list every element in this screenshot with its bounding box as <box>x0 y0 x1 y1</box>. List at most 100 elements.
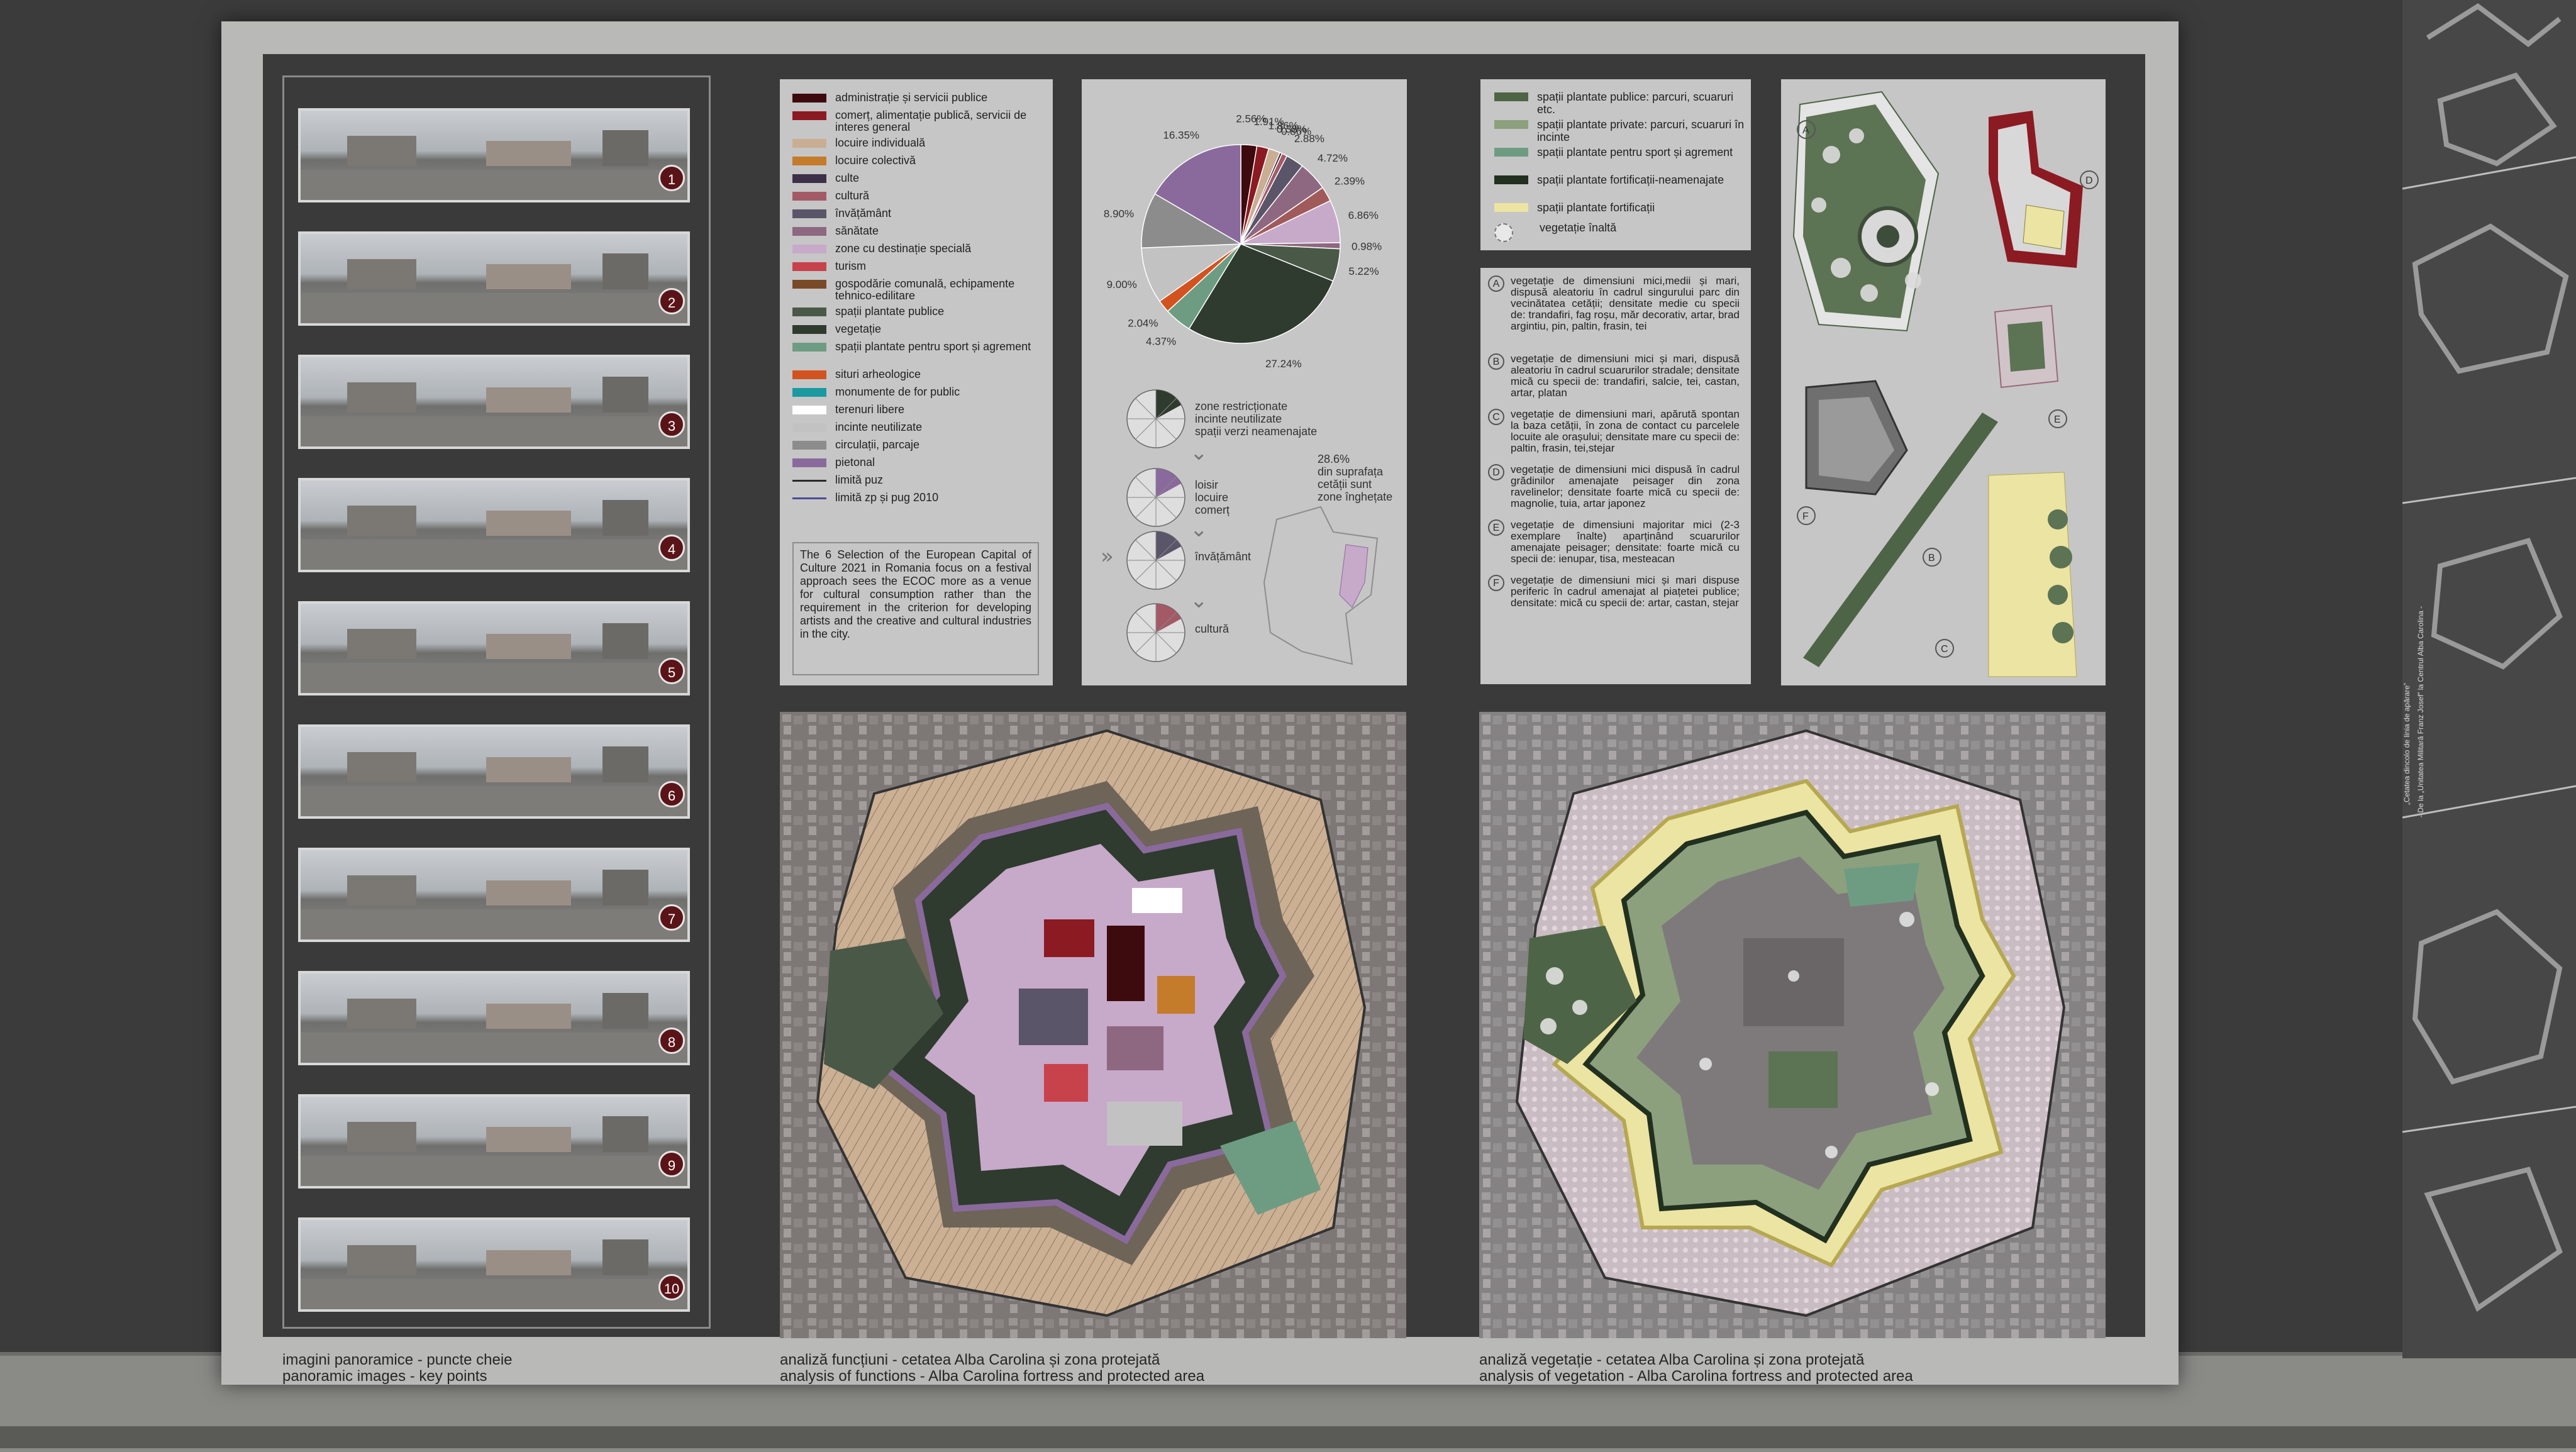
description-letter-marker: C <box>1488 409 1504 425</box>
panorama-image <box>298 1094 690 1189</box>
vegetation-legend-label: spații plantate publice: parcuri, scuaru… <box>1537 91 1734 116</box>
legend-swatch <box>792 94 826 103</box>
legend-swatch <box>792 111 826 120</box>
pie-chart: 2.56%1.91%1.86%0.38%0.86%2.88%4.72%2.39%… <box>1101 113 1392 665</box>
vegetation-description-text: vegetație de dimensiuni mici dispusă în … <box>1511 463 1740 509</box>
panorama-image <box>298 1217 690 1312</box>
pie-slice-label: 4.72% <box>1318 152 1348 164</box>
vegetation-legend-label: spații plantate fortificații-neamenajate <box>1537 174 1724 186</box>
vegetation-description: Fvegetație de dimensiuni mici și mari di… <box>1488 575 1740 609</box>
legend-item: situri arheologice <box>792 369 1043 380</box>
detail-letter-a: A <box>1802 125 1809 136</box>
panorama-image <box>298 724 690 819</box>
vegetation-detail-drawings: A D E F B C <box>1792 91 2099 677</box>
double-chevron-right-icon: » <box>1101 544 1114 569</box>
legend-swatch <box>792 325 826 334</box>
vegetation-description-text: vegetație de dimensiuni majoritar mici (… <box>1511 519 1740 565</box>
legend-swatch <box>792 388 826 397</box>
legend-label: monumente de for public <box>835 385 960 398</box>
vegetation-description: Cvegetație de dimensiuni mari, apărută s… <box>1488 409 1740 454</box>
pie-slice-label: 0.98% <box>1352 241 1382 253</box>
vegetation-legend-item: spații plantate private: parcuri, scuaru… <box>1494 118 1745 143</box>
functions-map-drawing <box>780 712 1406 1338</box>
legend-item: învățământ <box>792 208 1043 219</box>
legend-label: locuire colectivă <box>835 154 916 167</box>
side-subtitle: - De la „Unitatea Militară Franz Josef” … <box>2416 606 2425 817</box>
vegetation-legend-swatch <box>1494 148 1528 157</box>
legend-swatch <box>792 262 826 271</box>
legend-label: vegetație <box>835 323 882 335</box>
legend-label: circulații, parcaje <box>835 438 920 451</box>
legend-item: administrație și servicii publice <box>792 92 1043 104</box>
panorama-image <box>298 848 690 942</box>
vegetation-legend-item: vegetație înaltă <box>1494 221 1747 242</box>
legend-item: circulații, parcaje <box>792 439 1043 451</box>
legend-swatch <box>792 423 826 432</box>
legend-swatch <box>792 139 826 148</box>
mini-pie-label: comerț <box>1195 504 1230 516</box>
fortress-graphic <box>2402 3 2576 1312</box>
legend-item: terenuri libere <box>792 404 1043 416</box>
legend-swatch <box>792 192 826 201</box>
detail-letter-f: F <box>1802 511 1809 522</box>
pie-slice-label: 9.00% <box>1107 279 1137 291</box>
description-letter-marker: A <box>1488 275 1504 292</box>
vegetation-legend-swatch <box>1494 203 1528 212</box>
vegetation-legend-label: vegetație înaltă <box>1540 221 1617 234</box>
legend-label: limită puz <box>835 474 884 486</box>
pie-slice-label: 2.39% <box>1335 175 1365 187</box>
pie-slice-label: 2.88% <box>1294 133 1324 145</box>
frozen-zones-note: din suprafața <box>1318 465 1384 478</box>
pie-slice-label: 8.90% <box>1104 208 1134 220</box>
legend-swatch <box>792 227 826 236</box>
vegetation-legend-label: spații plantate pentru sport și agrement <box>1537 146 1733 158</box>
vegetation-caption-ro: analiză vegetație - cetatea Alba Carolin… <box>1479 1351 1865 1368</box>
legend-swatch <box>792 480 826 482</box>
legend-swatch <box>792 280 826 289</box>
legend-label: turism <box>835 260 866 272</box>
description-letter-marker: B <box>1488 353 1504 370</box>
legend-item: vegetație <box>792 323 1043 335</box>
description-letter-marker: F <box>1488 575 1504 591</box>
vegetation-description-text: vegetație de dimensiuni mari, apărută sp… <box>1511 408 1740 454</box>
vegetation-legend: spații plantate publice: parcuri, scuaru… <box>1480 79 1751 250</box>
vegetation-legend-swatch <box>1494 223 1513 242</box>
panorama-caption-ro: imagini panoramice - puncte cheie <box>282 1351 513 1368</box>
panorama-number-marker: 4 <box>658 535 685 561</box>
mini-pie-label: loisir <box>1195 479 1218 491</box>
description-letter-marker: E <box>1488 519 1504 536</box>
legend-label: administrație și servicii publice <box>835 91 988 104</box>
frozen-zones-note: cetății sunt <box>1318 478 1372 490</box>
mini-pie-label: învățământ <box>1194 550 1251 563</box>
functions-caption-ro: analiză funcțiuni - cetatea Alba Carolin… <box>780 1351 1160 1368</box>
pie-slice-label: 4.37% <box>1146 336 1176 348</box>
mini-pie-label: incinte neutilizate <box>1195 413 1282 425</box>
vegetation-legend-swatch <box>1494 175 1528 184</box>
legend-swatch <box>792 157 826 165</box>
panorama-caption-en: panoramic images - key points <box>282 1368 487 1385</box>
panorama-number-marker: 7 <box>658 904 685 931</box>
legend-label: învățământ <box>835 207 892 219</box>
vegetation-map <box>1479 712 2106 1338</box>
detail-letter-e: E <box>2054 414 2061 425</box>
legend-label: incinte neutilizate <box>835 421 923 433</box>
panorama-number-marker: 10 <box>658 1274 685 1300</box>
legend-swatch <box>792 406 826 414</box>
legend-label: locuire individuală <box>835 136 926 149</box>
legend-swatch <box>792 458 826 467</box>
vegetation-descriptions: Avegetație de dimensiuni mici,medii și m… <box>1480 268 1751 684</box>
vegetation-legend-item: spații plantate publice: parcuri, scuaru… <box>1494 91 1745 116</box>
mini-pie-label: cultură <box>1195 623 1230 635</box>
legend-swatch <box>792 370 826 379</box>
legend-item: comerț, alimentație publică, servicii de… <box>792 109 1043 133</box>
vegetation-legend-label: spații plantate fortificații <box>1537 201 1655 214</box>
description-letter-marker: D <box>1488 464 1504 480</box>
legend-item: turism <box>792 260 1043 272</box>
legend-item: zone cu destinație specială <box>792 243 1043 255</box>
mini-pie-label: zone restricționate <box>1195 400 1287 413</box>
vegetation-map-drawing <box>1479 712 2106 1338</box>
panorama-number-marker: 5 <box>658 658 685 684</box>
frozen-zones-note: zone înghețate <box>1318 490 1392 503</box>
pie-slice-label: 2.04% <box>1128 318 1158 330</box>
panorama-image <box>298 108 690 202</box>
